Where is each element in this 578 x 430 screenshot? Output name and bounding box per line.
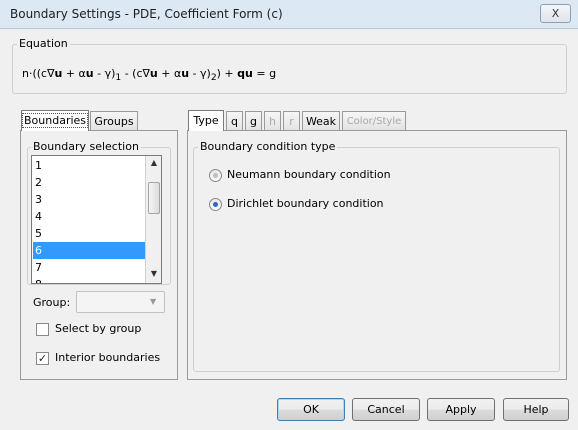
tab-weak[interactable]: Weak [302, 111, 340, 131]
list-item[interactable]: 1 [33, 157, 147, 174]
list-item[interactable]: 8 [33, 276, 147, 283]
list-item[interactable]: 3 [33, 191, 147, 208]
tab-h: h [264, 111, 281, 131]
radio-dot-icon [213, 173, 218, 178]
checkmark-icon: ✓ [37, 352, 48, 365]
ok-button[interactable]: OK [277, 398, 345, 421]
cancel-button[interactable]: Cancel [352, 398, 420, 421]
close-icon: X [551, 7, 560, 20]
tab-q[interactable]: q [226, 111, 243, 131]
equation-formula: n·((c∇u + αu - γ)1 - (c∇u + αu - γ)2) + … [22, 67, 277, 84]
neumann-label: Neumann boundary condition [227, 168, 391, 181]
listbox-scrollbar[interactable]: ▲ ▼ [145, 156, 161, 283]
boundary-listbox[interactable]: 12345678 ▲ ▼ [31, 155, 162, 284]
group-select-label: Group: [33, 296, 71, 309]
neumann-radio[interactable] [209, 169, 222, 182]
tab-boundaries[interactable]: Boundaries [21, 110, 89, 131]
list-item[interactable]: 6 [33, 242, 147, 259]
interior-boundaries-checkbox[interactable]: ✓ [36, 352, 49, 365]
window-title: Boundary Settings - PDE, Coefficient For… [10, 7, 283, 21]
select-by-group-label: Select by group [55, 322, 142, 335]
group-select[interactable]: ▼ [76, 291, 165, 313]
chevron-down-icon: ▼ [150, 297, 157, 306]
tab-color-style: Color/Style [342, 111, 406, 131]
tab-type[interactable]: Type [188, 110, 224, 131]
list-item[interactable]: 7 [33, 259, 147, 276]
tab-groups[interactable]: Groups [90, 111, 138, 131]
apply-button[interactable]: Apply [427, 398, 495, 421]
radio-selected-icon [213, 202, 218, 207]
dirichlet-radio[interactable] [209, 198, 222, 211]
bc-type-label: Boundary condition type [198, 140, 338, 153]
equation-label: Equation [17, 37, 70, 50]
boundary-selection-label: Boundary selection [31, 140, 141, 153]
dirichlet-label: Dirichlet boundary condition [227, 197, 384, 210]
select-by-group-checkbox[interactable] [36, 323, 49, 336]
list-item[interactable]: 5 [33, 225, 147, 242]
list-item[interactable]: 4 [33, 208, 147, 225]
tab-r: r [283, 111, 300, 131]
interior-boundaries-label: Interior boundaries [55, 351, 161, 364]
scroll-up-icon[interactable]: ▲ [146, 158, 161, 167]
close-button[interactable]: X [540, 4, 571, 23]
scroll-thumb[interactable] [148, 182, 160, 214]
list-item[interactable]: 2 [33, 174, 147, 191]
scroll-down-icon[interactable]: ▼ [146, 269, 161, 278]
tab-g[interactable]: g [245, 111, 262, 131]
help-button[interactable]: Help [503, 398, 569, 421]
